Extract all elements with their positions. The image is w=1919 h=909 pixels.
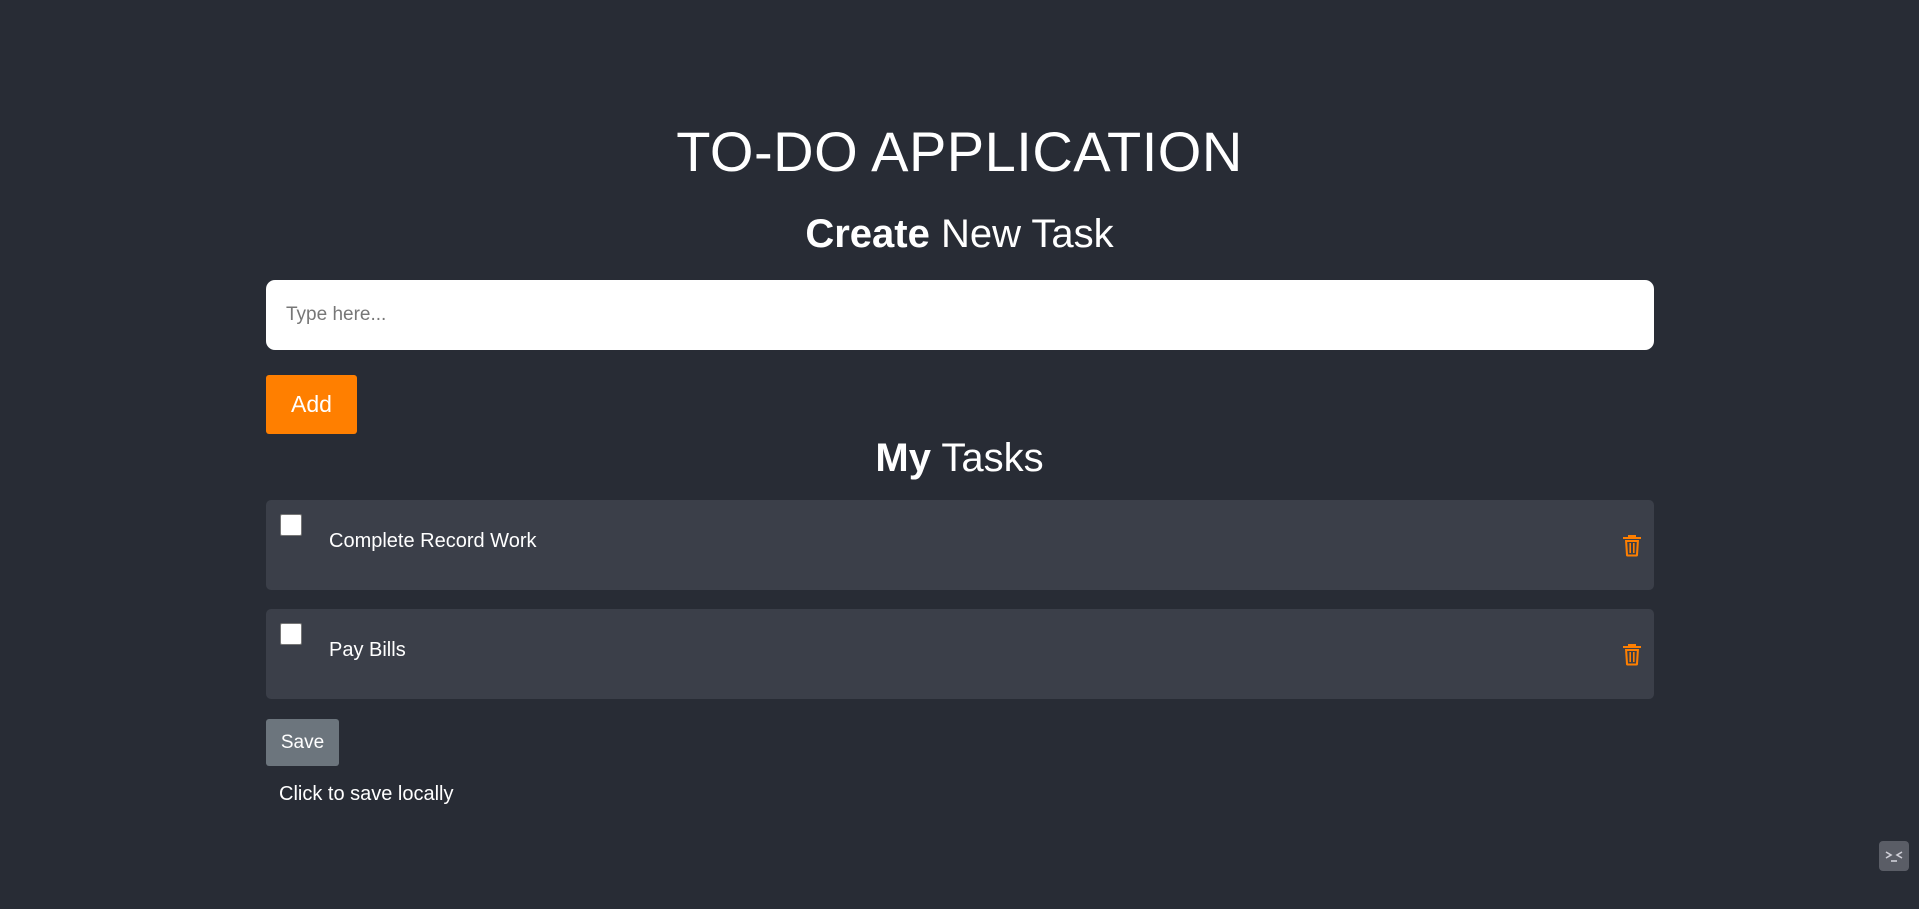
trash-icon[interactable]	[1622, 533, 1642, 557]
trash-icon[interactable]	[1622, 642, 1642, 666]
my-tasks-heading: My Tasks	[0, 434, 1919, 482]
save-button[interactable]: Save	[266, 719, 339, 766]
my-tasks-heading-rest: Tasks	[930, 436, 1044, 480]
task-input[interactable]	[266, 280, 1654, 350]
create-task-heading-bold: Create	[805, 212, 930, 256]
task-checkbox[interactable]	[280, 514, 302, 536]
task-text: Pay Bills	[329, 639, 406, 661]
task-item: Pay Bills	[266, 609, 1654, 699]
add-button[interactable]: Add	[266, 375, 357, 434]
my-tasks-heading-bold: My	[875, 436, 931, 480]
app-title: TO-DO APPLICATION	[676, 120, 1243, 183]
task-list: Complete Record Work Pay Bills	[266, 500, 1654, 718]
create-task-heading: Create New Task	[0, 210, 1919, 258]
task-checkbox[interactable]	[280, 623, 302, 645]
task-text: Complete Record Work	[329, 530, 537, 552]
terminal-face-icon	[1885, 851, 1903, 862]
corner-widget-button[interactable]	[1879, 841, 1909, 871]
todo-app: TO-DO APPLICATION Create New Task Add My…	[0, 0, 1919, 909]
save-hint-text: Click to save locally	[279, 783, 454, 805]
create-task-heading-rest: New Task	[929, 212, 1114, 256]
task-item: Complete Record Work	[266, 500, 1654, 590]
